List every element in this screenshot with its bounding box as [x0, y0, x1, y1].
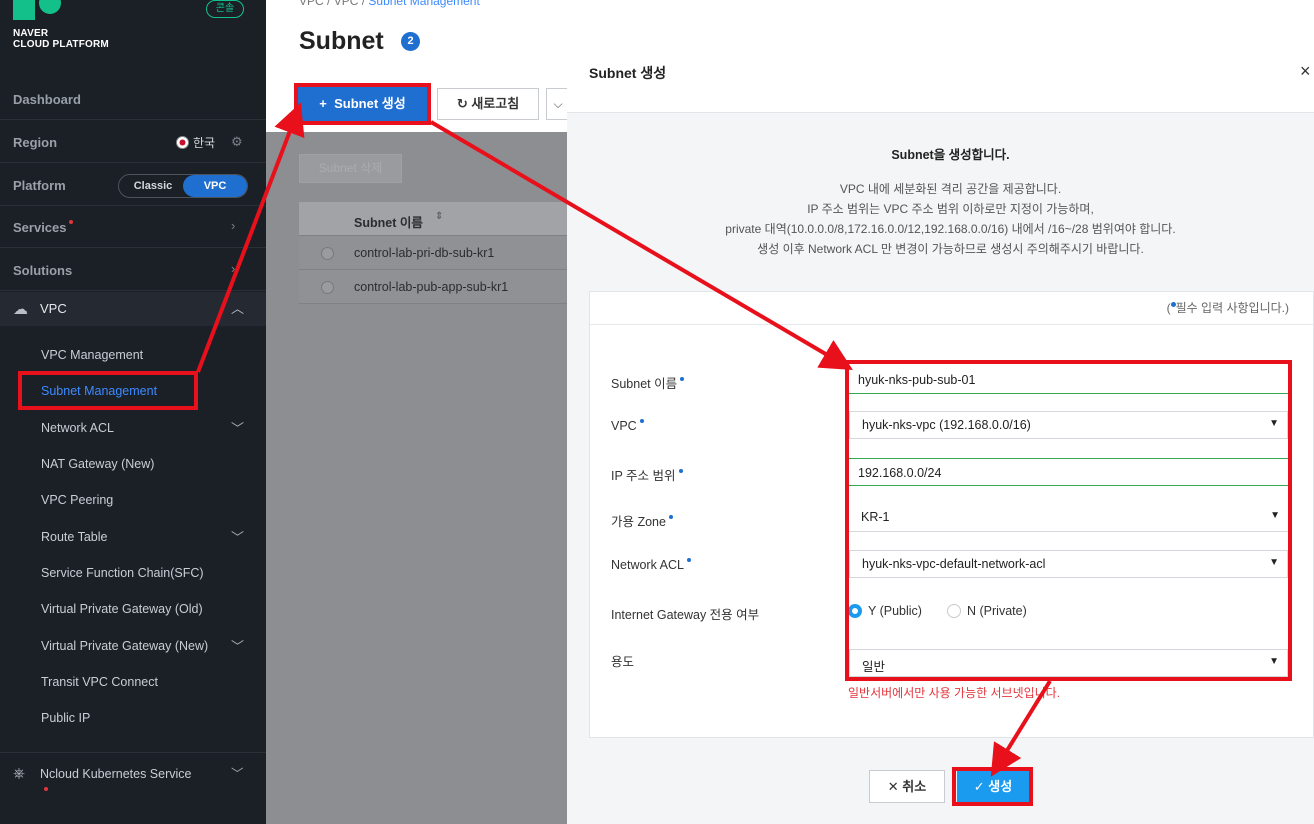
vpc-cloud-icon: ☁ [13, 301, 28, 318]
required-dot-icon [678, 469, 683, 473]
chevron-right-icon: › [231, 218, 236, 233]
chevron-down-icon: ﹀ [231, 767, 244, 781]
new-dot-icon [44, 787, 48, 791]
close-icon: ✕ [887, 779, 899, 794]
delete-subnet-button[interactable]: Subnet 삭제 [299, 154, 402, 183]
brand-line1: NAVER [13, 28, 49, 39]
close-icon[interactable]: × [1300, 61, 1311, 82]
modal-header: Subnet 생성 × [567, 43, 1314, 113]
subnet-table: Subnet 이름 ⇕ control-lab-pri-db-sub-kr1 c… [299, 202, 567, 304]
platform-toggle[interactable]: Classic VPC [118, 174, 248, 198]
nav-vpc-section[interactable]: ☁ VPC ︿ [0, 292, 266, 326]
platform-option-classic[interactable]: Classic [121, 175, 185, 197]
intro-line: IP 주소 범위는 VPC 주소 범위 이하로만 지정이 가능하며, [807, 202, 1094, 216]
row-radio[interactable] [321, 281, 334, 294]
usage-help-text: 일반서버에서만 사용 가능한 서브넷입니다. [848, 686, 1061, 700]
intro-line: 생성 이후 Network ACL 만 변경이 가능하므로 생성시 주의해주시기… [757, 242, 1144, 256]
chevron-down-icon: ⌵ [553, 97, 563, 111]
nav-dashboard[interactable]: Dashboard [0, 78, 266, 120]
sort-icon[interactable]: ⇕ [435, 211, 443, 222]
new-dot-icon [68, 220, 73, 224]
sidebar-item-route-table[interactable]: Route Table [41, 530, 108, 544]
required-dot-icon [686, 558, 691, 562]
sidebar-item-vpc-management[interactable]: VPC Management [41, 348, 143, 362]
sidebar-item-network-acl[interactable]: Network ACL [41, 421, 114, 435]
brand-line2: CLOUD PLATFORM [13, 39, 109, 50]
region-selector[interactable]: 한국 [176, 134, 215, 151]
sidebar-item-sfc[interactable]: Service Function Chain(SFC) [41, 566, 204, 580]
refresh-button[interactable]: ↻ 새로고침 [437, 88, 539, 120]
sidebar-item-vpg-old[interactable]: Virtual Private Gateway (Old) [41, 602, 203, 616]
highlight-create-button [952, 767, 1033, 806]
platform-option-vpc[interactable]: VPC [183, 175, 247, 197]
label-subnet-name: Subnet 이름 [611, 373, 685, 392]
nav-region[interactable]: Region 한국 ⚙ [0, 121, 266, 163]
sidebar: NAVER CLOUD PLATFORM 콘솔 Dashboard Region … [0, 0, 266, 824]
count-badge: 2 [401, 32, 420, 51]
kubernetes-icon: ⎈ [13, 765, 26, 782]
required-dot-icon [639, 419, 644, 423]
chevron-right-icon: › [231, 261, 236, 276]
sidebar-item-nat-gateway[interactable]: NAT Gateway (New) [41, 457, 154, 471]
refresh-icon: ↻ [456, 96, 468, 111]
label-zone: 가용 Zone [611, 511, 673, 530]
table-header: Subnet 이름 ⇕ [299, 202, 567, 236]
naver-cloud-logo[interactable]: NAVER CLOUD PLATFORM [13, 0, 213, 60]
breadcrumb: VPC / VPC / Subnet Management [299, 0, 480, 8]
chevron-down-icon[interactable]: ﹀ [231, 418, 244, 437]
column-subnet-name[interactable]: Subnet 이름 [354, 212, 423, 231]
logo-mark-icon [13, 0, 61, 20]
nav-services[interactable]: Services › [0, 206, 266, 248]
page-title: Subnet [299, 27, 384, 55]
cancel-button[interactable]: ✕ 취소 [869, 770, 945, 803]
table-row[interactable]: control-lab-pri-db-sub-kr1 [299, 236, 567, 270]
sidebar-item-transit-vpc[interactable]: Transit VPC Connect [41, 675, 158, 689]
highlight-form-fields [845, 360, 1292, 681]
sidebar-item-vpc-peering[interactable]: VPC Peering [41, 493, 113, 507]
highlight-create-subnet [294, 83, 431, 125]
required-note: (필수 입력 사항입니다.) [1166, 301, 1289, 315]
nav-platform: Platform Classic VPC [0, 164, 266, 206]
required-dot-icon [680, 377, 685, 381]
sidebar-item-public-ip[interactable]: Public IP [41, 711, 90, 725]
korea-flag-icon [176, 136, 189, 149]
nav-solutions[interactable]: Solutions › [0, 249, 266, 291]
label-vpc: VPC [611, 419, 644, 433]
label-network-acl: Network ACL [611, 558, 691, 572]
sidebar-item-vpg-new[interactable]: Virtual Private Gateway (New) [41, 639, 208, 653]
gear-icon[interactable]: ⚙ [231, 134, 243, 150]
highlight-subnet-management [18, 371, 198, 410]
intro-title: Subnet을 생성합니다. [891, 148, 1010, 162]
console-badge[interactable]: 콘솔 [206, 0, 244, 18]
table-row[interactable]: control-lab-pub-app-sub-kr1 [299, 270, 567, 304]
divider [590, 324, 1314, 325]
modal-title: Subnet 생성 [589, 65, 667, 81]
required-dot-icon [668, 515, 673, 519]
label-igw: Internet Gateway 전용 여부 [611, 608, 760, 622]
label-usage: 용도 [611, 655, 635, 669]
chevron-down-icon[interactable]: ﹀ [231, 636, 244, 655]
row-radio[interactable] [321, 247, 334, 260]
nav-nks-section[interactable]: ⎈ Ncloud Kubernetes Service ﹀ [0, 752, 266, 798]
chevron-down-icon[interactable]: ﹀ [231, 527, 244, 546]
intro-line: private 대역(10.0.0.0/8,172.16.0.0/12,192.… [725, 222, 1176, 236]
label-ip-range: IP 주소 범위 [611, 465, 683, 484]
intro-line: VPC 내에 세분화된 격리 공간을 제공합니다. [839, 182, 1062, 196]
chevron-up-icon: ︿ [231, 301, 245, 316]
